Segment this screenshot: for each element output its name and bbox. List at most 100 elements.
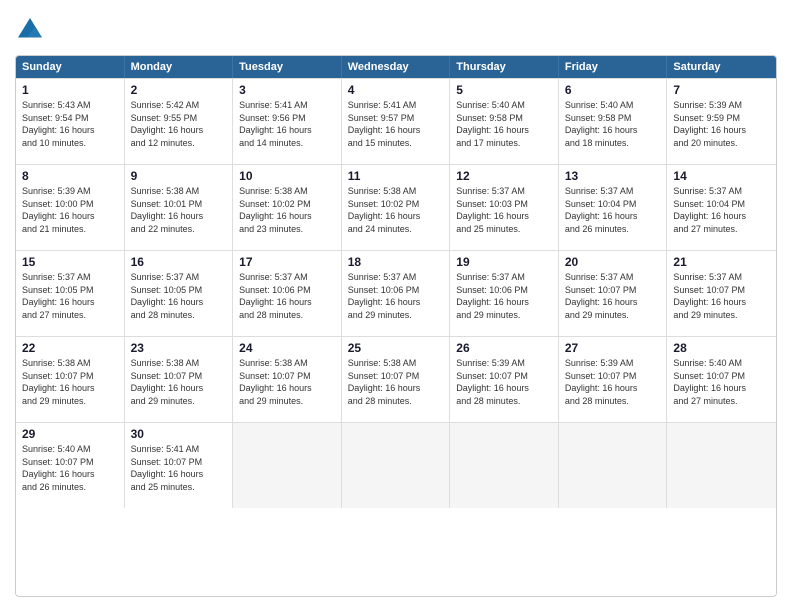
cal-cell-21: 21 Sunrise: 5:37 AM Sunset: 10:07 PM Dayl… bbox=[667, 251, 776, 336]
cal-cell-5: 5Sunrise: 5:40 AM Sunset: 9:58 PM Daylig… bbox=[450, 79, 559, 164]
cal-row-2: 15 Sunrise: 5:37 AM Sunset: 10:05 PM Dayl… bbox=[16, 250, 776, 336]
day-number: 27 bbox=[565, 341, 661, 355]
cal-cell-22: 22Sunrise: 5:38 AM Sunset: 10:07 PM Dayl… bbox=[16, 337, 125, 422]
logo-icon bbox=[15, 15, 45, 45]
cal-cell-26: 26 Sunrise: 5:39 AM Sunset: 10:07 PM Dayl… bbox=[450, 337, 559, 422]
header-day-tuesday: Tuesday bbox=[233, 56, 342, 78]
cell-sun-info: Sunrise: 5:39 AM Sunset: 10:07 PM Daylig… bbox=[565, 357, 661, 407]
cal-cell-empty-4-6 bbox=[667, 423, 776, 508]
day-number: 21 bbox=[673, 255, 770, 269]
day-number: 15 bbox=[22, 255, 118, 269]
day-number: 2 bbox=[131, 83, 227, 97]
cal-cell-19: 19 Sunrise: 5:37 AM Sunset: 10:06 PM Dayl… bbox=[450, 251, 559, 336]
cell-sun-info: Sunrise: 5:38 AM Sunset: 10:07 PM Daylig… bbox=[131, 357, 227, 407]
day-number: 29 bbox=[22, 427, 118, 441]
cell-sun-info: Sunrise: 5:41 AM Sunset: 9:56 PM Dayligh… bbox=[239, 99, 335, 149]
day-number: 1 bbox=[22, 83, 118, 97]
cal-row-0: 1 Sunrise: 5:43 AM Sunset: 9:54 PM Daylig… bbox=[16, 78, 776, 164]
cal-cell-17: 17Sunrise: 5:37 AM Sunset: 10:06 PM Dayl… bbox=[233, 251, 342, 336]
day-number: 22 bbox=[22, 341, 118, 355]
cell-sun-info: Sunrise: 5:40 AM Sunset: 10:07 PM Daylig… bbox=[22, 443, 118, 493]
day-number: 20 bbox=[565, 255, 661, 269]
cell-sun-info: Sunrise: 5:39 AM Sunset: 9:59 PM Dayligh… bbox=[673, 99, 770, 149]
cal-cell-24: 24Sunrise: 5:38 AM Sunset: 10:07 PM Dayl… bbox=[233, 337, 342, 422]
cal-cell-1: 1 Sunrise: 5:43 AM Sunset: 9:54 PM Daylig… bbox=[16, 79, 125, 164]
cal-row-1: 8 Sunrise: 5:39 AM Sunset: 10:00 PM Dayli… bbox=[16, 164, 776, 250]
cal-cell-27: 27 Sunrise: 5:39 AM Sunset: 10:07 PM Dayl… bbox=[559, 337, 668, 422]
day-number: 23 bbox=[131, 341, 227, 355]
cal-cell-29: 29 Sunrise: 5:40 AM Sunset: 10:07 PM Dayl… bbox=[16, 423, 125, 508]
cal-cell-18: 18 Sunrise: 5:37 AM Sunset: 10:06 PM Dayl… bbox=[342, 251, 451, 336]
header-day-thursday: Thursday bbox=[450, 56, 559, 78]
cal-cell-11: 11 Sunrise: 5:38 AM Sunset: 10:02 PM Dayl… bbox=[342, 165, 451, 250]
cell-sun-info: Sunrise: 5:37 AM Sunset: 10:07 PM Daylig… bbox=[673, 271, 770, 321]
cal-cell-30: 30 Sunrise: 5:41 AM Sunset: 10:07 PM Dayl… bbox=[125, 423, 234, 508]
day-number: 12 bbox=[456, 169, 552, 183]
cell-sun-info: Sunrise: 5:39 AM Sunset: 10:00 PM Daylig… bbox=[22, 185, 118, 235]
cell-sun-info: Sunrise: 5:39 AM Sunset: 10:07 PM Daylig… bbox=[456, 357, 552, 407]
cell-sun-info: Sunrise: 5:37 AM Sunset: 10:06 PM Daylig… bbox=[456, 271, 552, 321]
cell-sun-info: Sunrise: 5:41 AM Sunset: 10:07 PM Daylig… bbox=[131, 443, 227, 493]
header-day-monday: Monday bbox=[125, 56, 234, 78]
day-number: 28 bbox=[673, 341, 770, 355]
day-number: 25 bbox=[348, 341, 444, 355]
cell-sun-info: Sunrise: 5:37 AM Sunset: 10:06 PM Daylig… bbox=[348, 271, 444, 321]
day-number: 24 bbox=[239, 341, 335, 355]
cell-sun-info: Sunrise: 5:37 AM Sunset: 10:05 PM Daylig… bbox=[22, 271, 118, 321]
cal-cell-13: 13 Sunrise: 5:37 AM Sunset: 10:04 PM Dayl… bbox=[559, 165, 668, 250]
cell-sun-info: Sunrise: 5:37 AM Sunset: 10:04 PM Daylig… bbox=[673, 185, 770, 235]
day-number: 3 bbox=[239, 83, 335, 97]
cal-cell-16: 16 Sunrise: 5:37 AM Sunset: 10:05 PM Dayl… bbox=[125, 251, 234, 336]
cell-sun-info: Sunrise: 5:41 AM Sunset: 9:57 PM Dayligh… bbox=[348, 99, 444, 149]
cal-cell-10: 10Sunrise: 5:38 AM Sunset: 10:02 PM Dayl… bbox=[233, 165, 342, 250]
day-number: 9 bbox=[131, 169, 227, 183]
cell-sun-info: Sunrise: 5:37 AM Sunset: 10:05 PM Daylig… bbox=[131, 271, 227, 321]
day-number: 17 bbox=[239, 255, 335, 269]
header-day-sunday: Sunday bbox=[16, 56, 125, 78]
cal-cell-7: 7 Sunrise: 5:39 AM Sunset: 9:59 PM Daylig… bbox=[667, 79, 776, 164]
cal-cell-2: 2 Sunrise: 5:42 AM Sunset: 9:55 PM Daylig… bbox=[125, 79, 234, 164]
cal-cell-4: 4Sunrise: 5:41 AM Sunset: 9:57 PM Daylig… bbox=[342, 79, 451, 164]
calendar-body: 1 Sunrise: 5:43 AM Sunset: 9:54 PM Daylig… bbox=[16, 78, 776, 508]
cell-sun-info: Sunrise: 5:38 AM Sunset: 10:02 PM Daylig… bbox=[348, 185, 444, 235]
cal-cell-20: 20 Sunrise: 5:37 AM Sunset: 10:07 PM Dayl… bbox=[559, 251, 668, 336]
cal-cell-3: 3 Sunrise: 5:41 AM Sunset: 9:56 PM Daylig… bbox=[233, 79, 342, 164]
header-day-wednesday: Wednesday bbox=[342, 56, 451, 78]
day-number: 11 bbox=[348, 169, 444, 183]
cell-sun-info: Sunrise: 5:40 AM Sunset: 9:58 PM Dayligh… bbox=[565, 99, 661, 149]
day-number: 16 bbox=[131, 255, 227, 269]
cell-sun-info: Sunrise: 5:38 AM Sunset: 10:07 PM Daylig… bbox=[348, 357, 444, 407]
header-day-saturday: Saturday bbox=[667, 56, 776, 78]
cell-sun-info: Sunrise: 5:38 AM Sunset: 10:01 PM Daylig… bbox=[131, 185, 227, 235]
cal-cell-empty-4-5 bbox=[559, 423, 668, 508]
day-number: 13 bbox=[565, 169, 661, 183]
cal-cell-12: 12 Sunrise: 5:37 AM Sunset: 10:03 PM Dayl… bbox=[450, 165, 559, 250]
cal-row-3: 22 Sunrise: 5:38 AM Sunset: 10:07 PM Dayl… bbox=[16, 336, 776, 422]
day-number: 7 bbox=[673, 83, 770, 97]
cal-cell-empty-4-2 bbox=[233, 423, 342, 508]
day-number: 8 bbox=[22, 169, 118, 183]
cell-sun-info: Sunrise: 5:37 AM Sunset: 10:03 PM Daylig… bbox=[456, 185, 552, 235]
cell-sun-info: Sunrise: 5:37 AM Sunset: 10:04 PM Daylig… bbox=[565, 185, 661, 235]
day-number: 10 bbox=[239, 169, 335, 183]
cal-cell-8: 8 Sunrise: 5:39 AM Sunset: 10:00 PM Dayli… bbox=[16, 165, 125, 250]
cal-cell-14: 14 Sunrise: 5:37 AM Sunset: 10:04 PM Dayl… bbox=[667, 165, 776, 250]
cal-cell-empty-4-3 bbox=[342, 423, 451, 508]
day-number: 14 bbox=[673, 169, 770, 183]
day-number: 19 bbox=[456, 255, 552, 269]
day-number: 26 bbox=[456, 341, 552, 355]
cal-cell-empty-4-4 bbox=[450, 423, 559, 508]
day-number: 6 bbox=[565, 83, 661, 97]
day-number: 30 bbox=[131, 427, 227, 441]
logo bbox=[15, 15, 49, 45]
cal-cell-6: 6 Sunrise: 5:40 AM Sunset: 9:58 PM Daylig… bbox=[559, 79, 668, 164]
cal-cell-23: 23 Sunrise: 5:38 AM Sunset: 10:07 PM Dayl… bbox=[125, 337, 234, 422]
cell-sun-info: Sunrise: 5:40 AM Sunset: 9:58 PM Dayligh… bbox=[456, 99, 552, 149]
cell-sun-info: Sunrise: 5:43 AM Sunset: 9:54 PM Dayligh… bbox=[22, 99, 118, 149]
cell-sun-info: Sunrise: 5:37 AM Sunset: 10:07 PM Daylig… bbox=[565, 271, 661, 321]
calendar-header: SundayMondayTuesdayWednesdayThursdayFrid… bbox=[16, 56, 776, 78]
cal-cell-15: 15 Sunrise: 5:37 AM Sunset: 10:05 PM Dayl… bbox=[16, 251, 125, 336]
calendar: SundayMondayTuesdayWednesdayThursdayFrid… bbox=[15, 55, 777, 597]
day-number: 18 bbox=[348, 255, 444, 269]
cell-sun-info: Sunrise: 5:42 AM Sunset: 9:55 PM Dayligh… bbox=[131, 99, 227, 149]
